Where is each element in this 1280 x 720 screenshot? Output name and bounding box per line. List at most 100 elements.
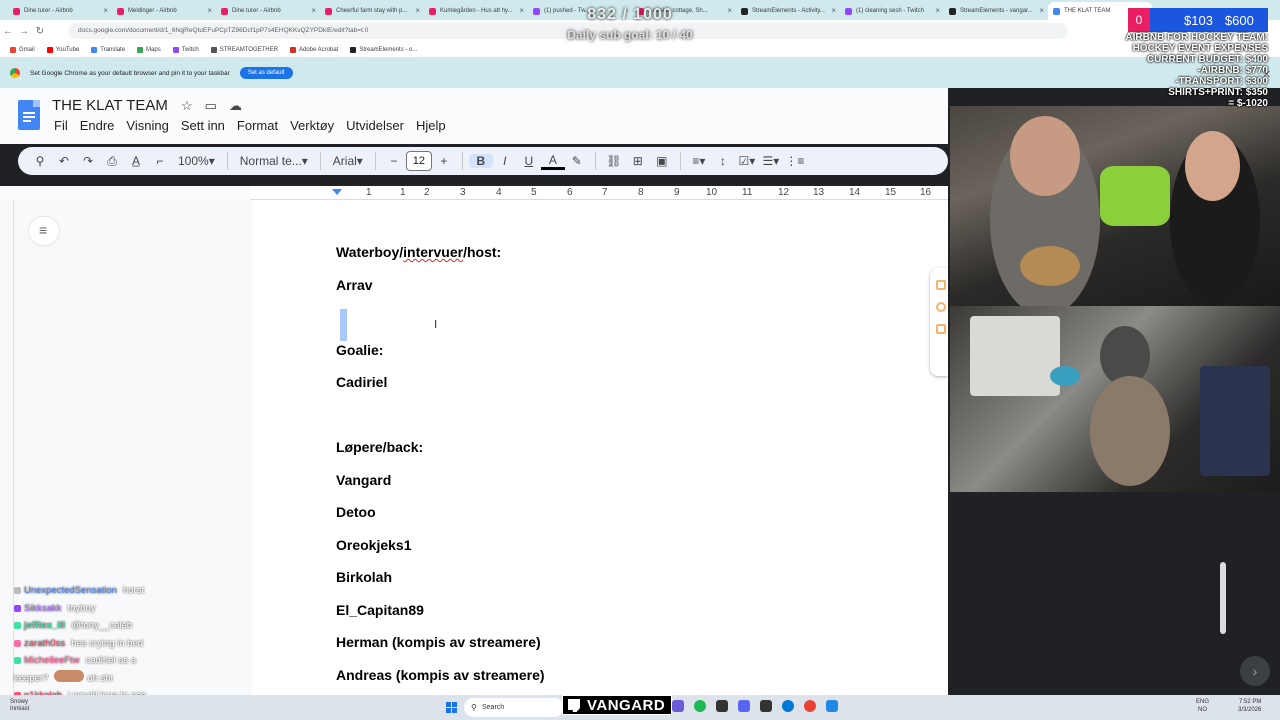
increase-font-size-icon[interactable]: + — [432, 154, 456, 168]
bookmark-item[interactable]: Gmail — [10, 46, 35, 53]
close-tab-icon[interactable]: × — [727, 6, 732, 15]
italic-icon[interactable]: I — [493, 154, 517, 168]
bullet-list-icon[interactable]: ☰▾ — [759, 154, 783, 168]
taskbar-search[interactable]: Search — [464, 698, 564, 717]
redo-icon[interactable]: ↷ — [76, 154, 100, 168]
link-icon[interactable]: ⛓ — [602, 154, 626, 168]
browser-tab[interactable]: StreamElements - Activity... × — [736, 2, 840, 20]
language-indicator[interactable]: ENG NO — [1196, 698, 1209, 714]
chrome-icon[interactable] — [804, 700, 816, 712]
indent-marker[interactable] — [332, 189, 342, 195]
doc-line[interactable]: El_Capitan89 — [336, 602, 424, 618]
menu-help[interactable]: Hjelp — [416, 118, 446, 133]
browser-tab[interactable]: Kumlegården - Hus att hy... × — [424, 2, 528, 20]
vertical-ruler[interactable] — [0, 200, 14, 695]
document-title[interactable]: THE KLAT TEAM — [52, 97, 168, 114]
app-icon[interactable] — [826, 700, 838, 712]
close-tab-icon[interactable]: × — [1039, 6, 1044, 15]
doc-line[interactable]: Arrav — [336, 277, 373, 293]
doc-line[interactable]: Løpere/back: — [336, 439, 423, 455]
decrease-font-size-icon[interactable]: − — [382, 154, 406, 168]
bookmark-item[interactable]: Adobe Acrobat — [289, 46, 338, 53]
zoom-select[interactable]: 100%▾ — [172, 154, 221, 168]
star-icon[interactable]: ☆ — [181, 98, 193, 114]
add-comment-icon[interactable]: ⊞ — [626, 154, 650, 168]
menu-insert[interactable]: Sett inn — [181, 118, 225, 133]
forward-icon[interactable]: → — [16, 26, 32, 37]
suggest-edit-icon[interactable] — [936, 324, 946, 334]
bookmark-item[interactable]: STREAMTOGETHER — [210, 46, 278, 53]
chevron-right-icon[interactable]: › — [1240, 656, 1270, 686]
font-size-input[interactable]: 12 — [405, 151, 432, 171]
browser-tab[interactable]: Meldinger - Airbnb × — [112, 2, 216, 20]
taskbar-clock[interactable]: 7:52 PM 3/3/2026 — [1238, 698, 1261, 714]
menu-file[interactable]: Fil — [54, 118, 68, 133]
browser-tab[interactable]: Dine turer - Airbnb × — [216, 2, 320, 20]
close-infobar-icon[interactable]: ✕ — [1262, 68, 1271, 81]
bookmark-item[interactable]: StreamElements - o... — [350, 46, 417, 53]
print-icon[interactable]: ⎙ — [100, 154, 124, 169]
menu-view[interactable]: Visning — [126, 118, 168, 133]
search-menus-icon[interactable]: ⚲ — [28, 154, 52, 168]
align-icon[interactable]: ≡▾ — [687, 154, 711, 168]
bold-icon[interactable]: B — [468, 154, 493, 168]
doc-line[interactable]: Waterboy/intervuer/host: — [336, 244, 501, 260]
bookmark-item[interactable]: YouTube — [46, 46, 79, 53]
browser-tab[interactable]: Dine turer - Airbnb × — [8, 2, 112, 20]
menu-extensions[interactable]: Utvidelser — [346, 118, 404, 133]
doc-line[interactable]: Oreokjeks1 — [336, 537, 412, 553]
close-tab-icon[interactable]: × — [935, 6, 940, 15]
browser-tab[interactable]: StreamElements - vangar... × — [944, 2, 1048, 20]
move-folder-icon[interactable]: ▭ — [205, 98, 217, 114]
line-spacing-icon[interactable]: ↕ — [711, 154, 735, 168]
checklist-icon[interactable]: ☑▾ — [735, 154, 759, 168]
app-icon[interactable] — [672, 700, 684, 712]
browser-tab[interactable]: (1) cleaning sesh - Twitch × — [840, 2, 944, 20]
font-select[interactable]: Arial▾ — [327, 154, 369, 168]
bookmark-item[interactable]: Maps — [137, 46, 161, 53]
style-select[interactable]: Normal te...▾ — [234, 154, 314, 168]
highlight-icon[interactable]: ✎ — [565, 154, 589, 168]
bookmark-item[interactable]: Translate — [91, 46, 125, 53]
close-tab-icon[interactable]: × — [519, 6, 524, 15]
undo-icon[interactable]: ↶ — [52, 154, 76, 168]
document-outline-button[interactable] — [28, 216, 60, 246]
docs-logo-icon[interactable] — [18, 100, 40, 130]
doc-line[interactable]: Goalie: — [336, 342, 383, 358]
close-tab-icon[interactable]: × — [311, 6, 316, 15]
edge-icon[interactable] — [782, 700, 794, 712]
document-scrollbar[interactable] — [1220, 562, 1226, 634]
close-tab-icon[interactable]: × — [207, 6, 212, 15]
menu-format[interactable]: Format — [237, 118, 278, 133]
doc-line[interactable]: Cadiriel — [336, 374, 387, 390]
doc-line[interactable]: Herman (kompis av streamere) — [336, 634, 541, 650]
comment-icon[interactable] — [936, 280, 946, 290]
discord-icon[interactable] — [738, 700, 750, 712]
app-icon[interactable] — [716, 700, 728, 712]
reload-icon[interactable]: ↻ — [32, 26, 48, 37]
browser-tab[interactable]: Cheerful farm stay with p... × — [320, 2, 424, 20]
windows-start-icon[interactable] — [446, 702, 457, 713]
close-tab-icon[interactable]: × — [415, 6, 420, 15]
doc-line[interactable]: Detoo — [336, 504, 376, 520]
doc-line[interactable]: Vangard — [336, 472, 391, 488]
emoji-reaction-icon[interactable] — [936, 302, 946, 312]
app-icon[interactable] — [760, 700, 772, 712]
doc-line[interactable]: Andreas (kompis av streamere) — [336, 667, 545, 683]
spellcheck-word[interactable]: intervuer — [403, 244, 463, 260]
menu-edit[interactable]: Endre — [80, 118, 115, 133]
doc-line[interactable]: Birkolah — [336, 569, 392, 585]
horizontal-ruler[interactable]: 1 1 2 3 4 5 6 7 8 9 10 11 12 13 14 15 16 — [250, 186, 948, 200]
paint-format-icon[interactable]: ⌐ — [148, 154, 172, 168]
spellcheck-icon[interactable]: A̲ — [124, 154, 148, 168]
set-default-button[interactable]: Set as default — [239, 67, 293, 79]
bookmark-item[interactable]: Twitch — [172, 46, 199, 53]
text-color-icon[interactable]: A — [540, 153, 565, 170]
numbered-list-icon[interactable]: ⋮≡ — [783, 154, 807, 168]
weather-widget[interactable]: Snowy Innkast — [10, 699, 29, 713]
cloud-saved-icon[interactable]: ☁ — [229, 98, 242, 114]
spotify-icon[interactable] — [694, 700, 706, 712]
back-icon[interactable]: ← — [0, 26, 16, 37]
close-tab-icon[interactable]: × — [103, 6, 108, 15]
close-tab-icon[interactable]: × — [831, 6, 836, 15]
